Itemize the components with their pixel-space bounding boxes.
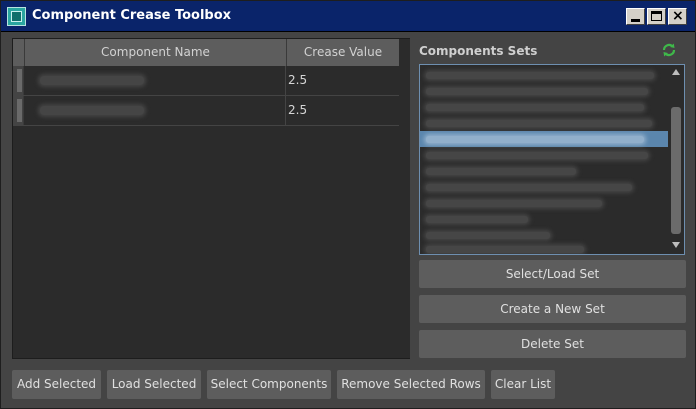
minimize-icon bbox=[631, 19, 640, 22]
blurred-set-name bbox=[426, 120, 652, 127]
select-load-set-button[interactable]: Select/Load Set bbox=[419, 260, 686, 288]
blurred-set-name bbox=[426, 246, 584, 253]
close-icon: × bbox=[672, 8, 684, 24]
clear-list-button[interactable]: Clear List bbox=[491, 370, 555, 399]
components-table[interactable]: Component Name Crease Value 2.5 2.5 bbox=[12, 38, 410, 359]
blurred-set-name bbox=[426, 152, 648, 159]
component-crease-toolbox-window: Component Crease Toolbox × Component Nam… bbox=[0, 0, 696, 409]
list-item[interactable] bbox=[420, 163, 668, 179]
blurred-component-name bbox=[40, 76, 144, 85]
maya-app-icon bbox=[7, 7, 26, 26]
blurred-component-name bbox=[40, 106, 144, 115]
row-header[interactable] bbox=[13, 96, 24, 125]
table-corner bbox=[13, 39, 24, 66]
list-item[interactable] bbox=[420, 99, 668, 115]
blurred-set-name bbox=[426, 232, 550, 239]
maximize-icon bbox=[651, 11, 662, 21]
list-item[interactable] bbox=[420, 241, 668, 254]
list-item[interactable] bbox=[420, 147, 668, 163]
maximize-button[interactable] bbox=[647, 8, 666, 25]
crease-value-cell[interactable]: 2.5 bbox=[286, 66, 399, 95]
blurred-set-name bbox=[426, 216, 528, 223]
list-item[interactable] bbox=[420, 195, 668, 211]
list-item[interactable] bbox=[420, 67, 668, 83]
row-header[interactable] bbox=[13, 66, 24, 95]
list-item[interactable] bbox=[420, 83, 668, 99]
blurred-set-name bbox=[426, 200, 602, 207]
crease-value-cell[interactable]: 2.5 bbox=[286, 96, 399, 125]
blurred-set-name bbox=[426, 184, 632, 191]
list-item[interactable] bbox=[420, 115, 668, 131]
list-item-selected[interactable] bbox=[420, 131, 668, 147]
title-bar[interactable]: Component Crease Toolbox × bbox=[1, 1, 695, 32]
create-new-set-button[interactable]: Create a New Set bbox=[419, 295, 686, 323]
list-item[interactable] bbox=[420, 211, 668, 227]
close-button[interactable]: × bbox=[668, 8, 687, 25]
scroll-up-arrow-icon[interactable] bbox=[672, 69, 680, 75]
refresh-icon[interactable] bbox=[661, 42, 677, 58]
load-selected-button[interactable]: Load Selected bbox=[107, 370, 201, 399]
components-sets-list[interactable] bbox=[419, 64, 685, 255]
sets-list-scrollbar[interactable] bbox=[668, 65, 684, 254]
column-header-component-name[interactable]: Component Name bbox=[24, 39, 286, 66]
blurred-set-name bbox=[426, 88, 648, 95]
delete-set-button[interactable]: Delete Set bbox=[419, 330, 686, 358]
blurred-set-name bbox=[426, 168, 576, 175]
component-name-cell[interactable] bbox=[24, 66, 286, 95]
table-row[interactable]: 2.5 bbox=[13, 66, 399, 96]
components-sets-label: Components Sets bbox=[419, 44, 538, 58]
component-name-cell[interactable] bbox=[24, 96, 286, 125]
column-header-crease-value[interactable]: Crease Value bbox=[286, 39, 399, 66]
scroll-down-arrow-icon[interactable] bbox=[672, 242, 680, 248]
add-selected-button[interactable]: Add Selected bbox=[12, 370, 101, 399]
scrollbar-thumb[interactable] bbox=[671, 107, 681, 234]
select-components-button[interactable]: Select Components bbox=[207, 370, 331, 399]
remove-selected-rows-button[interactable]: Remove Selected Rows bbox=[337, 370, 485, 399]
blurred-set-name bbox=[426, 104, 644, 111]
table-scroll-area bbox=[399, 39, 410, 358]
minimize-button[interactable] bbox=[626, 8, 645, 25]
blurred-set-name bbox=[426, 136, 644, 143]
blurred-set-name bbox=[426, 72, 654, 79]
table-row[interactable]: 2.5 bbox=[13, 96, 399, 126]
window-title: Component Crease Toolbox bbox=[32, 8, 232, 23]
list-item[interactable] bbox=[420, 179, 668, 195]
